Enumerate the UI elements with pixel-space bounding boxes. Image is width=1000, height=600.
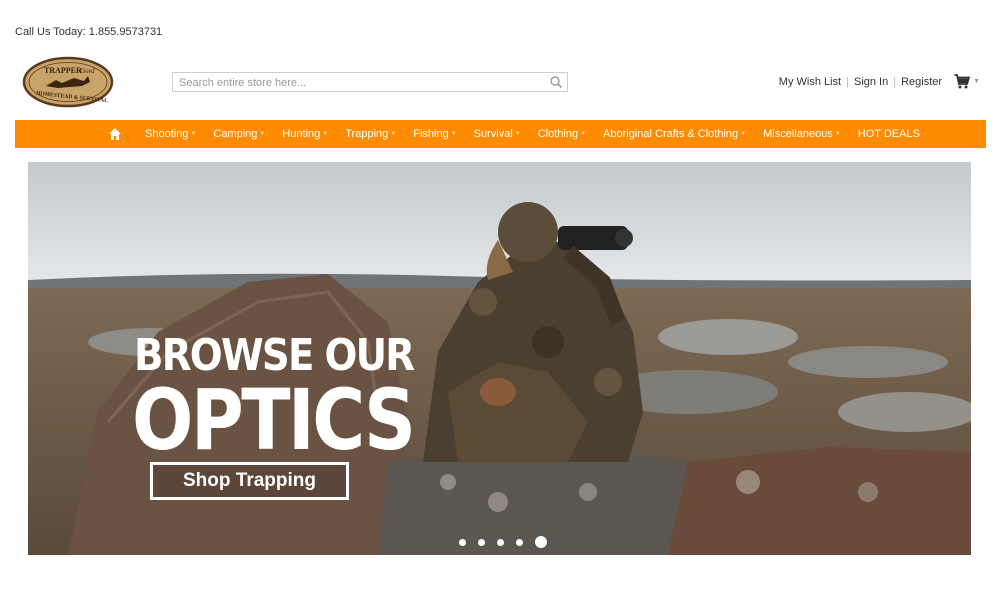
main-navigation: Shooting ▼ Camping ▼ Hunting ▼ Trapping ▼ Fi… (15, 120, 986, 148)
shop-trapping-button[interactable]: Shop Trapping (150, 462, 349, 500)
call-us-text: Call Us Today: 1.855.9573731 (15, 26, 163, 38)
search-box (172, 72, 568, 92)
chevron-down-icon: ▼ (740, 131, 747, 137)
register-link[interactable]: Register (901, 76, 942, 88)
chevron-down-icon: ▼ (322, 131, 329, 137)
home-icon[interactable] (108, 127, 122, 141)
nav-item-hot-deals[interactable]: HOT DEALS (858, 128, 920, 140)
hero-headline-line2: OPTICS (132, 371, 416, 469)
svg-text:Gord: Gord (80, 67, 95, 75)
nav-item-camping[interactable]: Camping ▼ (213, 128, 265, 140)
slider-dot[interactable] (478, 538, 485, 546)
slider-dot[interactable] (459, 538, 466, 546)
nav-item-trapping[interactable]: Trapping ▼ (345, 128, 396, 140)
chevron-down-icon: ▼ (834, 131, 841, 137)
store-logo[interactable]: TRAPPER Gord HOMESTEAD & SURVIVAL (22, 56, 114, 108)
nav-item-aboriginal-crafts[interactable]: Aboriginal Crafts & Clothing ▼ (603, 128, 746, 140)
chevron-down-icon: ▼ (259, 131, 266, 137)
nav-item-hunting[interactable]: Hunting ▼ (282, 128, 328, 140)
nav-item-survival[interactable]: Survival ▼ (474, 128, 521, 140)
wishlist-link[interactable]: My Wish List (779, 76, 841, 88)
slider-dot-active[interactable] (535, 536, 547, 548)
account-links: My Wish List | Sign In | Register ▼ (779, 74, 980, 89)
hero-banner[interactable]: BROWSE OUR OPTICS Shop Trapping (28, 162, 971, 555)
nav-item-shooting[interactable]: Shooting ▼ (145, 128, 196, 140)
chevron-down-icon: ▼ (580, 131, 587, 137)
slider-pagination (459, 536, 559, 548)
slider-dot[interactable] (516, 538, 523, 546)
chevron-down-icon: ▼ (514, 131, 521, 137)
nav-item-fishing[interactable]: Fishing ▼ (413, 128, 456, 140)
chevron-down-icon: ▼ (390, 131, 397, 137)
separator: | (893, 75, 897, 88)
nav-item-clothing[interactable]: Clothing ▼ (538, 128, 586, 140)
cart-icon (954, 74, 971, 89)
signin-link[interactable]: Sign In (854, 76, 888, 88)
separator: | (846, 75, 849, 88)
cart-button[interactable]: ▼ (954, 74, 980, 89)
chevron-down-icon: ▼ (973, 78, 980, 85)
nav-item-miscellaneous[interactable]: Miscellaneous ▼ (763, 128, 841, 140)
logo-text-top: TRAPPER (44, 66, 82, 75)
chevron-down-icon: ▼ (450, 131, 457, 137)
slider-dot[interactable] (497, 538, 504, 546)
search-input[interactable] (173, 74, 567, 92)
chevron-down-icon: ▼ (190, 131, 197, 137)
search-icon[interactable] (549, 75, 563, 89)
